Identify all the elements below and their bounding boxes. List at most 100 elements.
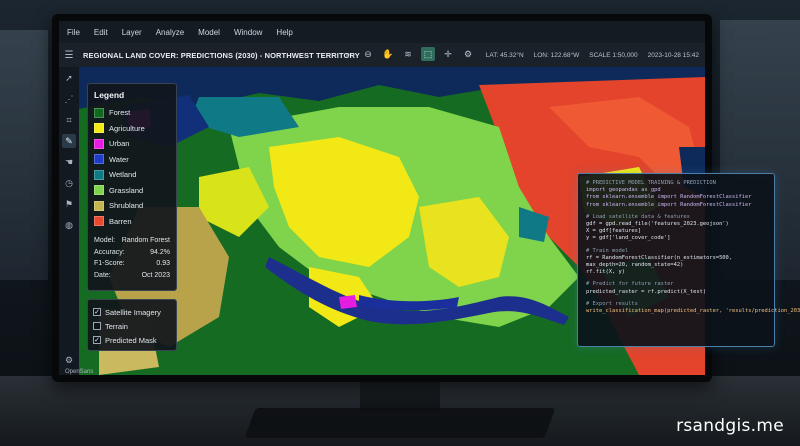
pan-hand-icon[interactable]: ✋ (381, 47, 395, 61)
legend-label: Forest (109, 108, 131, 118)
legend-swatch (94, 200, 104, 211)
code-comment: # Export results (586, 300, 638, 307)
menu-bar: File Edit Layer Analyze Model Window Hel… (59, 21, 705, 43)
menu-model[interactable]: Model (198, 28, 220, 37)
legend-swatch (94, 123, 104, 134)
menu-file[interactable]: File (67, 28, 80, 37)
zoom-out-icon[interactable]: ⊖ (361, 47, 375, 61)
code-line: from sklearn.ensemble import RandomFores… (586, 201, 752, 208)
legend-label: Agriculture (109, 123, 145, 133)
menu-analyze[interactable]: Analyze (156, 28, 184, 37)
watermark: rsandgis.me (676, 416, 784, 436)
legend-label: Grassland (109, 185, 144, 195)
f1-label: F1-Score: (94, 260, 125, 267)
menu-edit[interactable]: Edit (94, 28, 108, 37)
model-value: Random Forest (121, 237, 170, 244)
layer-label: Predicted Mask (105, 335, 157, 345)
legend-item: Grassland (94, 183, 170, 199)
checkbox[interactable] (93, 322, 101, 330)
crosshair-icon[interactable]: ✛ (441, 47, 455, 61)
code-line: from sklearn.ensemble import RandomFores… (586, 194, 752, 201)
legend-swatch (94, 185, 104, 196)
settings-icon[interactable]: ⚙ (62, 353, 76, 367)
legend-label: Urban (109, 139, 130, 149)
code-panel: # PREDICTIVE MODEL TRAINING & PREDICTION… (577, 173, 800, 347)
model-metrics: Model: Random Forest Accuracy: 94.2% F1-Sc… (94, 237, 170, 283)
code-line: predicted_raster = rf.predict(X_test) (586, 288, 707, 295)
bookmark-icon[interactable]: ⚑ (62, 197, 76, 211)
background-window (0, 30, 48, 280)
select-icon[interactable]: ⬚ (421, 47, 435, 61)
code-comment: # Train model (586, 247, 629, 254)
keyboard (244, 408, 556, 438)
hand-icon[interactable]: ☚ (62, 155, 76, 169)
pin-icon[interactable]: ◍ (62, 218, 76, 232)
layer-icon[interactable]: ≋ (401, 47, 415, 61)
menu-window[interactable]: Window (234, 28, 262, 37)
zoom-in-icon[interactable]: ⌕ (341, 47, 355, 61)
legend-item: Urban (94, 136, 170, 152)
legend-item: Forest (94, 105, 170, 121)
legend-label: Barren (109, 216, 132, 226)
legend-swatch (94, 154, 104, 165)
legend-item: Wetland (94, 167, 170, 183)
pencil-icon[interactable]: ✎ (62, 134, 76, 148)
checkbox[interactable]: ✓ (93, 308, 101, 316)
crop-icon[interactable]: ⌗ (62, 113, 76, 127)
scale-readout: SCALE 1:50,000 (589, 51, 638, 59)
settings-icon[interactable]: ⚙ (461, 47, 475, 61)
legend-item: Agriculture (94, 121, 170, 137)
legend-swatch (94, 169, 104, 180)
monitor-stand (360, 378, 440, 412)
code-line: gdf = gpd.read_file('features_2023.geojs… (586, 221, 729, 228)
model-label: Model: (94, 237, 116, 244)
checkbox[interactable]: ✓ (93, 336, 101, 344)
legend-label: Water (109, 154, 129, 164)
code-comment: # PREDICTIVE MODEL TRAINING & PREDICTION (586, 180, 716, 186)
left-toolbar: ➚ ⋰ ⌗ ✎ ☚ ◷ ⚑ ◍ ⚙ (59, 67, 79, 375)
layer-toggle-satellite[interactable]: ✓ Satellite Imagery (93, 305, 171, 319)
layer-label: Satellite Imagery (105, 307, 161, 317)
longitude-readout: LON: 122.68°W (533, 51, 580, 59)
accuracy-value: 94.2% (150, 248, 170, 256)
menu-layer[interactable]: Layer (122, 28, 142, 37)
status-bar: OpenSans (65, 369, 94, 375)
layers-panel: ✓ Satellite Imagery Terrain ✓ Predicted Ma… (87, 299, 177, 351)
date-label: Date: (94, 271, 111, 279)
map-title: REGIONAL LAND COVER: PREDICTIONS (2030) … (83, 50, 360, 60)
menu-help[interactable]: Help (276, 28, 292, 37)
code-line: write_classification_map(predicted_raste… (586, 308, 800, 315)
date-value: Oct 2023 (141, 271, 170, 279)
code-line: rf = RandomForestClassifier(n_estimators… (586, 254, 733, 261)
layer-toggle-predicted-mask[interactable]: ✓ Predicted Mask (93, 333, 171, 347)
accuracy-label: Accuracy: (94, 248, 125, 256)
hamburger-menu-icon[interactable]: ☰ (59, 50, 79, 61)
toolbar: ☰ REGIONAL LAND COVER: PREDICTIONS (2030… (59, 43, 705, 67)
code-line: max_depth=20, random_state=42) (586, 262, 684, 269)
legend-title: Legend (94, 90, 125, 100)
legend-swatch (94, 107, 104, 118)
map-tools: ⌕ ⊖ ✋ ≋ ⬚ ✛ ⚙ (341, 47, 475, 61)
code-comment: # Predict for future raster (586, 281, 674, 288)
latitude-readout: LAT: 45.32°N (485, 51, 524, 59)
code-line: import geopandas as gpd (586, 187, 661, 194)
datetime-readout: 2023-10-28 15:42 (647, 51, 699, 59)
layer-toggle-terrain[interactable]: Terrain (93, 319, 171, 333)
legend-item: Shrubland (94, 198, 170, 214)
coordinate-readout: LAT: 45.32°N LON: 122.68°W SCALE 1:50,00… (486, 43, 699, 67)
legend-item: Water (94, 152, 170, 168)
pointer-icon[interactable]: ➚ (62, 71, 76, 85)
legend-label: Shrubland (109, 201, 144, 211)
legend-item: Barren (94, 214, 170, 230)
code-line: y = gdf['land_cover_code'] (586, 235, 671, 242)
legend-panel: Legend Forest Agriculture Urban Water We… (87, 83, 177, 291)
layer-label: Terrain (105, 321, 128, 331)
code-line: X = gdf[features] (586, 228, 642, 235)
f1-value: 0.93 (156, 260, 170, 267)
legend-swatch (94, 216, 104, 227)
legend-label: Wetland (109, 170, 137, 180)
code-comment: # Load satellite data & features (586, 213, 690, 220)
node-icon[interactable]: ⋰ (62, 92, 76, 106)
legend-swatch (94, 138, 104, 149)
history-icon[interactable]: ◷ (62, 176, 76, 190)
